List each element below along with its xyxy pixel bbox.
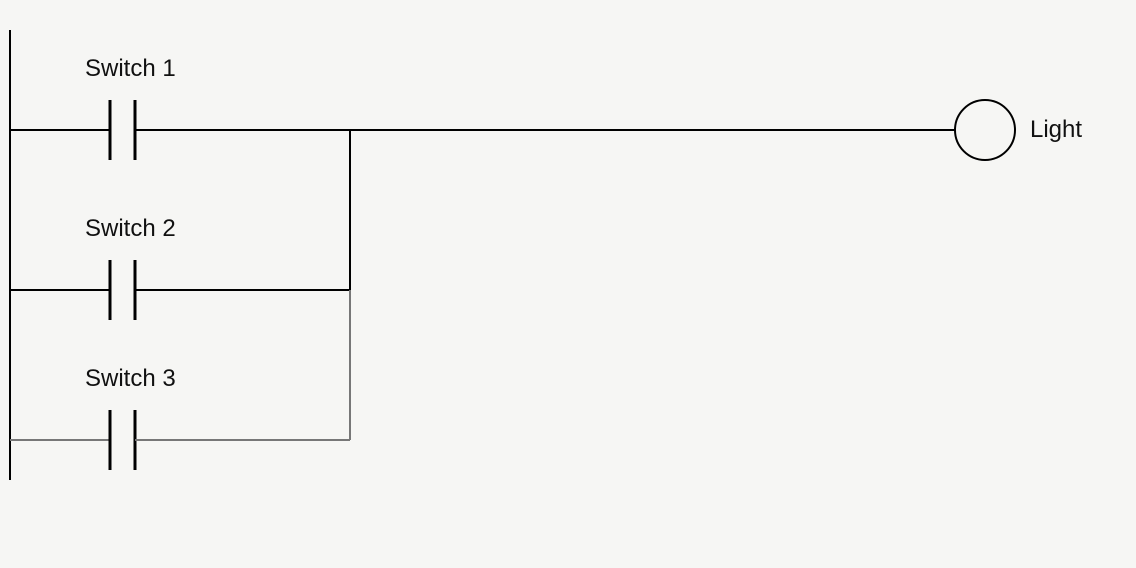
switch-3-label: Switch 3	[85, 365, 176, 393]
light-label: Light	[1030, 116, 1082, 144]
light-coil	[955, 100, 1015, 160]
ladder-logic-diagram: Switch 1 Switch 2 Switch 3 Light	[0, 0, 1136, 568]
rung-2	[10, 260, 350, 320]
switch-1-label: Switch 1	[85, 55, 176, 83]
switch-2-label: Switch 2	[85, 215, 176, 243]
rung-1	[10, 100, 1015, 160]
diagram-svg	[0, 0, 1136, 568]
rung-3	[10, 410, 350, 470]
